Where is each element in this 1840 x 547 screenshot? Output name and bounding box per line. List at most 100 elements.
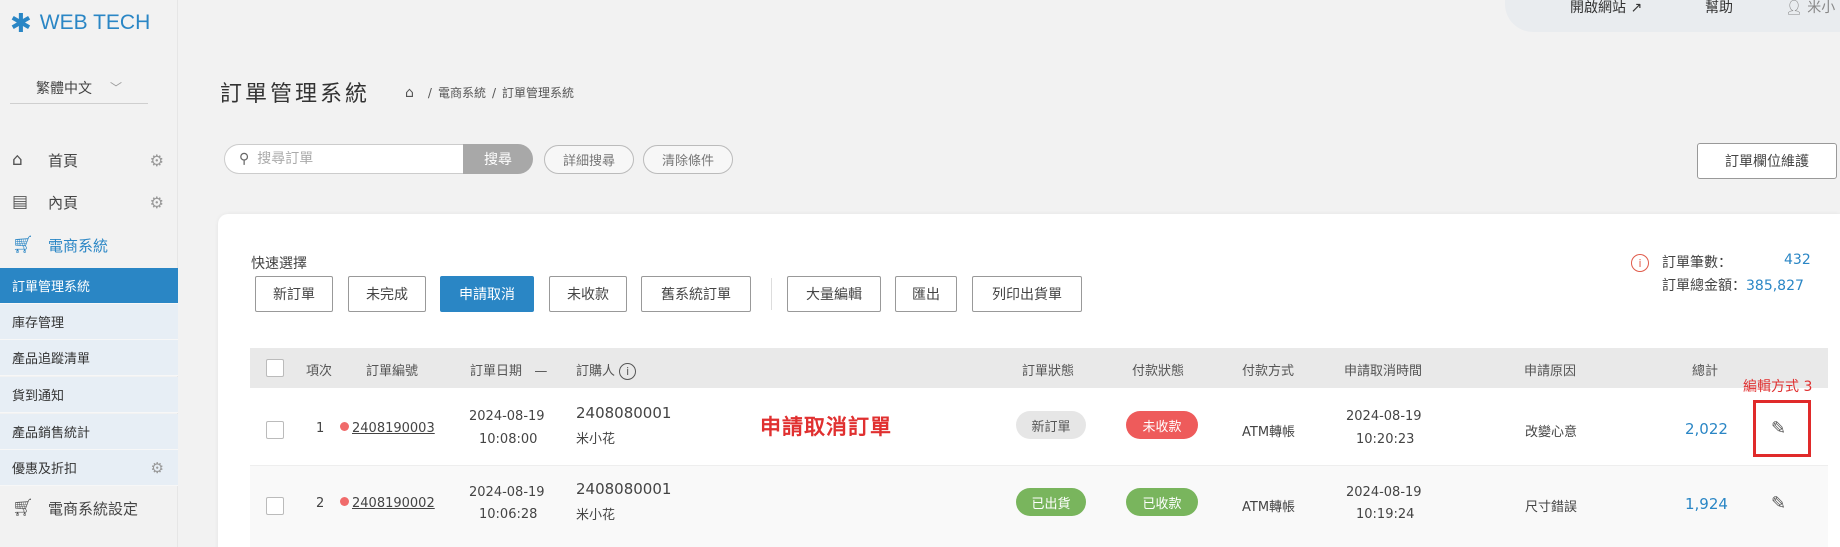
home-icon: ⌂ [12, 150, 23, 170]
status-dot [340, 497, 349, 506]
sidebar-subitem-label: 優惠及折扣 [12, 462, 78, 477]
language-label: 繁體中文 [35, 80, 92, 97]
sidebar-subitem-label: 庫存管理 [12, 316, 65, 331]
col-header-buyer: 訂購人 i [576, 360, 637, 380]
col-header-label: 訂購人 [576, 364, 616, 379]
gear-icon[interactable]: ⚙ [151, 459, 164, 477]
quick-new-orders-button[interactable]: 新訂單 [255, 276, 333, 312]
sidebar-item-home[interactable]: ⌂ 首頁 ⚙ [0, 142, 178, 178]
logo[interactable]: ✱ WEB TECH [10, 10, 150, 36]
payment-method: ATM轉帳 [1242, 425, 1296, 440]
col-header-index: 項次 [306, 364, 333, 379]
sidebar-subitem-order-management[interactable]: 訂單管理系統 [0, 268, 178, 304]
select-all-checkbox[interactable] [266, 359, 284, 377]
cancel-time: 10:19:24 [1356, 507, 1415, 522]
order-number-link[interactable]: 2408190002 [340, 496, 435, 511]
payment-method: ATM轉帳 [1242, 500, 1296, 515]
export-button[interactable]: 匯出 [895, 276, 957, 312]
order-count-row: 訂單筆數： 432 [1662, 252, 1811, 272]
order-time: 10:08:00 [479, 432, 538, 447]
sidebar-subitem-tracking-list[interactable]: 產品追蹤清單 [0, 340, 178, 376]
col-header-payment-method: 付款方式 [1242, 364, 1295, 379]
search-icon: ⚲ [239, 151, 250, 167]
annotation-cancel-request: 申請取消訂單 [760, 415, 892, 439]
sidebar-item-pages[interactable]: ▤ 內頁 ⚙ [0, 184, 178, 220]
sidebar-subitem-label: 產品銷售統計 [12, 426, 91, 441]
order-number: 2408190003 [352, 421, 435, 436]
order-status-badge: 新訂單 [1016, 411, 1086, 439]
order-number-link[interactable]: 2408190003 [340, 421, 435, 436]
order-time: 10:06:28 [479, 507, 538, 522]
quick-incomplete-button[interactable]: 未完成 [348, 276, 426, 312]
sidebar-item-ecommerce[interactable]: 🛒︎ 電商系統 [0, 227, 178, 263]
row-checkbox[interactable] [266, 421, 284, 439]
language-select[interactable]: 繁體中文 ﹀ [10, 72, 148, 104]
sidebar-subitem-inventory[interactable]: 庫存管理 [0, 304, 178, 340]
order-status-badge: 已出貨 [1016, 488, 1086, 516]
breadcrumb-separator: / [427, 85, 432, 100]
col-header-payment-status: 付款狀態 [1132, 364, 1185, 379]
external-link-icon: ↗ [1630, 0, 1643, 16]
cancel-reason: 改變心意 [1525, 425, 1578, 440]
annotation-edit-method: 編輯方式 3 [1743, 379, 1813, 395]
quick-select-label: 快速選擇 [251, 256, 307, 272]
row-index: 2 [316, 496, 325, 511]
order-amount-label: 訂單總金額： [1662, 278, 1746, 294]
print-shipping-list-button[interactable]: 列印出貨單 [972, 276, 1082, 312]
sidebar-item-ecommerce-settings[interactable]: 🛒︎ 電商系統設定 [0, 490, 178, 526]
buyer-name: 米小花 [576, 432, 616, 447]
help-link[interactable]: 幫助 [1705, 0, 1733, 17]
col-header-order-date[interactable]: 訂單日期 — [470, 360, 547, 379]
buyer-name: 米小花 [576, 508, 616, 523]
order-amount-value: 385,827 [1746, 278, 1804, 294]
order-total: 1,924 [1685, 495, 1728, 513]
cart-icon: 🛒︎ [12, 498, 34, 518]
info-icon[interactable]: i [619, 363, 637, 380]
order-date: 2024-08-19 [469, 409, 545, 424]
open-site-link[interactable]: 開啟網站 ↗ [1570, 0, 1642, 17]
order-total: 2,022 [1685, 420, 1728, 438]
search-field: ⚲ [224, 144, 464, 174]
col-header-order-no[interactable]: 訂單編號 [366, 360, 418, 379]
advanced-search-button[interactable]: 詳細搜尋 [544, 145, 634, 174]
col-header-order-status: 訂單狀態 [1022, 364, 1075, 379]
row-checkbox[interactable] [266, 497, 284, 515]
payment-status-badge: 未收款 [1126, 411, 1198, 439]
home-icon[interactable]: ⌂ [405, 85, 414, 101]
gear-icon[interactable]: ⚙ [150, 193, 164, 212]
user-name: 米小 [1807, 0, 1836, 16]
field-maintenance-button[interactable]: 訂單欄位維護 [1697, 143, 1837, 179]
info-warning-icon: i [1631, 254, 1649, 272]
sort-indicator: — [534, 364, 548, 379]
breadcrumb-item[interactable]: 訂單管理系統 [502, 84, 574, 101]
col-header-total: 總計 [1692, 364, 1719, 379]
quick-legacy-orders-button[interactable]: 舊系統訂單 [641, 276, 751, 312]
sidebar-subitem-arrival-notice[interactable]: 貨到通知 [0, 377, 178, 413]
sidebar-item-label: 內頁 [48, 193, 79, 212]
payment-status-badge: 已收款 [1126, 488, 1198, 516]
clear-filters-button[interactable]: 清除條件 [643, 145, 733, 174]
breadcrumb-separator: / [491, 85, 496, 100]
col-header-label: 訂單日期 [470, 364, 523, 379]
bulk-edit-button[interactable]: 大量編輯 [787, 276, 881, 312]
open-site-label: 開啟網站 [1570, 0, 1626, 16]
top-bar: 開啟網站 ↗ 幫助 👤︎ 米小 [1505, 0, 1840, 32]
user-icon: 👤︎ [1785, 0, 1803, 16]
sidebar-subitem-label: 產品追蹤清單 [12, 352, 91, 367]
row-index: 1 [316, 421, 325, 436]
sidebar-subitem-sales-stats[interactable]: 產品銷售統計 [0, 414, 178, 450]
sidebar-item-label: 電商系統 [48, 236, 109, 255]
breadcrumb-item[interactable]: 電商系統 [438, 84, 486, 101]
search-input[interactable] [257, 151, 448, 167]
user-menu[interactable]: 👤︎ 米小 [1785, 0, 1835, 17]
sidebar-item-label: 電商系統設定 [48, 499, 139, 518]
sidebar-subitem-discounts[interactable]: 優惠及折扣 ⚙ [0, 450, 178, 486]
order-amount-row: 訂單總金額：385,827 [1662, 275, 1804, 295]
cancel-time: 10:20:23 [1356, 432, 1415, 447]
quick-cancel-request-button[interactable]: 申請取消 [440, 276, 534, 312]
gear-icon[interactable]: ⚙ [150, 151, 164, 170]
quick-unpaid-button[interactable]: 未收款 [549, 276, 627, 312]
pencil-edit-icon[interactable]: ✎ [1771, 493, 1786, 514]
sidebar-subitem-label: 貨到通知 [12, 389, 65, 404]
search-button[interactable]: 搜尋 [463, 144, 533, 174]
